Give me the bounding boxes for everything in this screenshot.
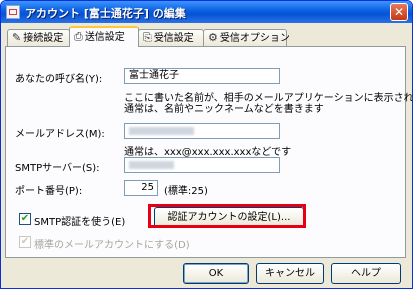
- account-edit-dialog: アカウント [富士通花子] の編集 ✕ ✎ 接続設定 ⎙ 送信設定 ⎘ 受信設定 ⚙ 受…: [0, 0, 413, 289]
- title-bar[interactable]: アカウント [富士通花子] の編集 ✕: [1, 1, 412, 23]
- tab-send[interactable]: ⎙ 送信設定: [69, 26, 139, 47]
- smtp-auth-checkbox[interactable]: ✔: [19, 213, 31, 225]
- email-value-redacted: [129, 127, 194, 135]
- smtp-server-field[interactable]: [124, 157, 280, 173]
- ok-button[interactable]: OK: [183, 263, 249, 284]
- tab-receive-label: 受信設定: [153, 33, 194, 44]
- smtp-auth-label[interactable]: SMTP認証を使う(E): [34, 213, 125, 228]
- app-icon: [6, 5, 20, 19]
- tab-connection[interactable]: ✎ 接続設定: [7, 29, 70, 46]
- smtp-server-value-redacted: [129, 161, 174, 169]
- tab-connection-label: 接続設定: [23, 33, 64, 44]
- tab-receive[interactable]: ⎘ 受信設定: [138, 29, 204, 46]
- port-label: ポート番号(P):: [15, 186, 83, 197]
- receive-icon: ⎘: [143, 31, 152, 44]
- help-button[interactable]: ヘルプ: [331, 263, 401, 284]
- default-account-checkbox[interactable]: ✔: [19, 236, 31, 248]
- cancel-button[interactable]: キャンセル: [256, 263, 324, 284]
- name-field[interactable]: 富士通花子: [124, 68, 280, 84]
- smtp-server-label: SMTPサーバー(S):: [15, 163, 100, 174]
- email-field[interactable]: [124, 123, 280, 139]
- option-icon: ⚙: [208, 31, 218, 44]
- name-help-2: 通常は、名前やニックネームなどを書きます: [124, 104, 324, 115]
- name-label: あなたの呼び名(Y):: [15, 74, 103, 85]
- tab-receive-options[interactable]: ⚙ 受信オプション: [203, 29, 290, 46]
- tab-receive-options-label: 受信オプション: [219, 33, 290, 44]
- port-default-note: (標準:25): [164, 186, 208, 197]
- send-icon: ⎙: [74, 30, 83, 43]
- email-label: メールアドレス(M):: [15, 129, 105, 140]
- window-title: アカウント [富士通花子] の編集: [25, 7, 186, 20]
- port-field[interactable]: 25: [124, 180, 158, 196]
- close-button[interactable]: ✕: [390, 3, 408, 21]
- tab-send-label: 送信設定: [84, 32, 125, 43]
- wrench-icon: ✎: [12, 31, 22, 44]
- email-help: 通常は、xxx@xxx.xxx.xxxなどです: [124, 143, 291, 158]
- default-account-label: 標準のメールアカウントにする(D): [34, 240, 190, 251]
- auth-button-highlight: [148, 204, 306, 228]
